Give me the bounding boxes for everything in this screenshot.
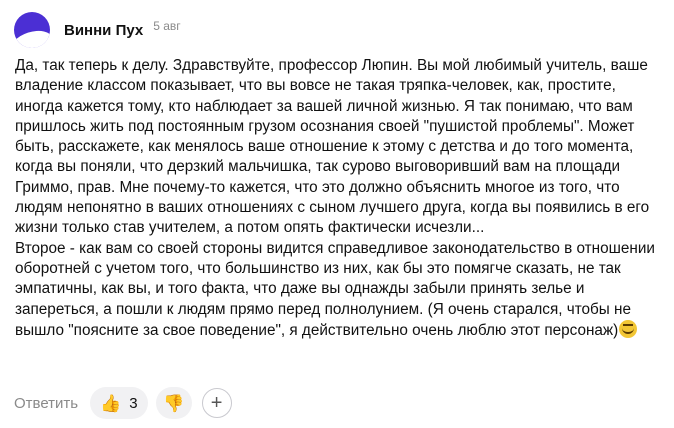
dislike-button[interactable]: 👎 <box>155 387 192 419</box>
comment-body: Да, так теперь к делу. Здравствуйте, про… <box>15 56 660 341</box>
grinning-sweat-emoji-icon <box>619 319 638 338</box>
thumbs-up-icon: 👍 <box>100 393 122 413</box>
avatar[interactable] <box>14 12 50 48</box>
plus-icon: + <box>210 391 223 414</box>
add-reaction-button[interactable]: + <box>201 388 232 418</box>
comment-paragraph: Второе - как вам со своей стороны видитс… <box>15 239 660 339</box>
avatar-decoration <box>14 25 50 48</box>
comment-date: 5 авг <box>153 19 181 33</box>
thumbs-down-icon: 👎 <box>163 393 185 413</box>
author-name[interactable]: Винни Пух <box>64 22 143 39</box>
comment-actions: Ответить 👍 3 👎 + <box>14 386 232 420</box>
comment-header: Винни Пух 5 авг <box>14 12 181 48</box>
like-count: 3 <box>129 394 138 412</box>
like-button[interactable]: 👍 3 <box>90 387 148 419</box>
reply-button[interactable]: Ответить <box>14 395 78 412</box>
comment-paragraph: Да, так теперь к делу. Здравствуйте, про… <box>15 57 654 237</box>
